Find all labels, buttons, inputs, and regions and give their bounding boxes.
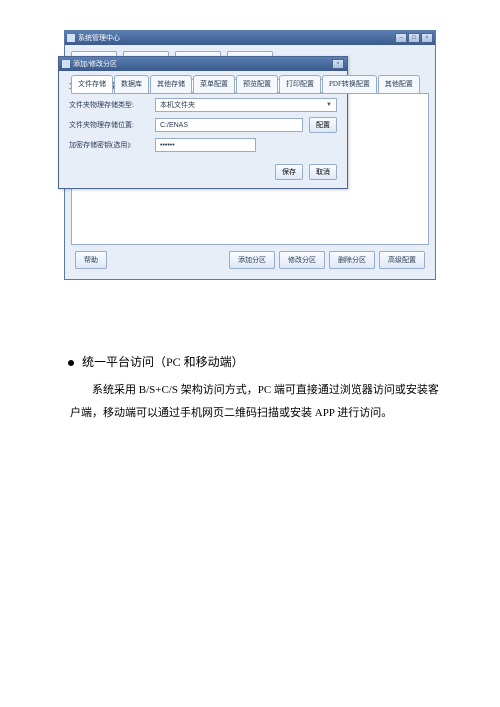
tab-bar: 文件存储 数据库 其他存储 菜单配置 预览配置 打印配置 PDF转换配置 其他配… <box>71 75 429 94</box>
bottom-button-row: 帮助 添加分区 修改分区 删除分区 高级配置 <box>71 245 429 273</box>
tab-file-storage[interactable]: 文件存储 <box>71 75 113 93</box>
modal-title: 添加/修改分区 <box>73 59 117 69</box>
storage-type-value: 本机文件夹 <box>160 100 195 110</box>
storage-path-input[interactable] <box>155 118 303 132</box>
modal-titlebar: 添加/修改分区 × <box>59 57 347 71</box>
window-titlebar: 系统管理中心 – □ × <box>65 31 435 45</box>
save-button[interactable]: 保存 <box>275 164 303 180</box>
encryption-key-label: 加密存储密钥(选用): <box>69 140 149 150</box>
bullet-icon <box>68 360 74 366</box>
tab-menu-config[interactable]: 菜单配置 <box>193 75 235 93</box>
help-button[interactable]: 帮助 <box>75 251 107 269</box>
tab-pdf-config[interactable]: PDF转换配置 <box>322 75 377 93</box>
app-icon <box>67 34 75 42</box>
storage-type-select[interactable]: 本机文件夹 ▼ <box>155 98 337 112</box>
tab-other-storage[interactable]: 其他存储 <box>150 75 192 93</box>
tab-print-config[interactable]: 打印配置 <box>279 75 321 93</box>
modal-icon <box>62 60 70 68</box>
article-paragraph: 系统采用 B/S+C/S 架构访问方式，PC 端可直接通过浏览器访问或安装客户端… <box>70 379 440 425</box>
chevron-down-icon: ▼ <box>326 102 332 108</box>
storage-type-label: 文件夹物理存储类型: <box>69 100 149 110</box>
edit-partition-button[interactable]: 修改分区 <box>279 251 325 269</box>
modal-close-button[interactable]: × <box>332 59 344 69</box>
article-section: 统一平台访问（PC 和移动端） 系统采用 B/S+C/S 架构访问方式，PC 端… <box>40 350 460 425</box>
maximize-button[interactable]: □ <box>408 33 420 43</box>
tab-other-config[interactable]: 其他配置 <box>378 75 420 93</box>
minimize-button[interactable]: – <box>395 33 407 43</box>
advanced-config-button[interactable]: 高级配置 <box>379 251 425 269</box>
storage-path-label: 文件夹物理存储位置: <box>69 120 149 130</box>
delete-partition-button[interactable]: 删除分区 <box>329 251 375 269</box>
cancel-button[interactable]: 取消 <box>309 164 337 180</box>
encryption-key-input[interactable] <box>155 138 256 152</box>
main-window: 系统管理中心 – □ × 系统状态 系统配置 导入导出 产品注册 文件存储 数据… <box>64 30 436 280</box>
window-title: 系统管理中心 <box>78 33 120 43</box>
tab-database[interactable]: 数据库 <box>114 75 149 93</box>
article-heading: 统一平台访问（PC 和移动端） <box>82 350 244 375</box>
close-button[interactable]: × <box>421 33 433 43</box>
tab-preview-config[interactable]: 预览配置 <box>236 75 278 93</box>
configure-path-button[interactable]: 配置 <box>309 117 337 133</box>
add-partition-button[interactable]: 添加分区 <box>229 251 275 269</box>
